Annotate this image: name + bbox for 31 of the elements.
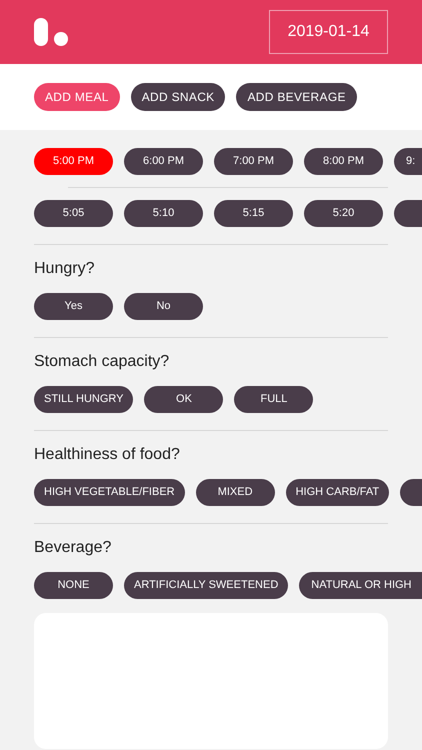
meal-type-tab[interactable]: ADD BEVERAGE bbox=[236, 83, 357, 111]
date-field[interactable]: 2019-01-14 bbox=[269, 10, 388, 54]
option-pill[interactable]: 7:00 PM bbox=[214, 148, 293, 175]
option-pill[interactable]: OK bbox=[144, 386, 224, 413]
option-pill[interactable]: NATURAL OR HIGH bbox=[299, 572, 422, 599]
question-title: Beverage? bbox=[33, 538, 112, 558]
logo-icon bbox=[34, 18, 70, 46]
option-pill[interactable]: No bbox=[124, 293, 203, 320]
option-pill[interactable]: HIGH CARB/FAT bbox=[286, 479, 390, 506]
option-pill[interactable]: HIGH VEGETABLE/FIBER bbox=[34, 479, 185, 506]
option-pill[interactable]: ARTIFICIALLY SWEETENED bbox=[124, 572, 288, 599]
option-pill[interactable]: 5:10 bbox=[124, 200, 203, 227]
meal-type-tab[interactable]: ADD SNACK bbox=[130, 83, 226, 111]
question-title: Stomach capacity? bbox=[33, 352, 170, 372]
option-pill[interactable]: FULL bbox=[234, 386, 314, 413]
option-pill[interactable]: Yes bbox=[34, 293, 113, 320]
option-pill[interactable]: 5:20 bbox=[304, 200, 383, 227]
option-pill[interactable] bbox=[400, 479, 422, 506]
option-pill[interactable]: 5:05 bbox=[34, 200, 113, 227]
option-pill[interactable]: NONE bbox=[34, 572, 113, 599]
option-pill[interactable]: MIXED bbox=[196, 479, 275, 506]
option-pill[interactable]: 5:00 PM bbox=[34, 148, 113, 175]
option-pill[interactable]: 8:00 PM bbox=[304, 148, 383, 175]
question-title: Healthiness of food? bbox=[33, 445, 180, 465]
option-pill[interactable]: 5:15 bbox=[214, 200, 293, 227]
option-pill[interactable]: 9: bbox=[394, 148, 422, 175]
question-title: Hungry? bbox=[33, 259, 94, 279]
option-pill[interactable]: STILL HUNGRY bbox=[34, 386, 134, 413]
option-pill[interactable] bbox=[394, 200, 422, 227]
option-pill[interactable]: 6:00 PM bbox=[124, 148, 203, 175]
meal-type-tab[interactable]: ADD MEAL bbox=[34, 83, 120, 111]
